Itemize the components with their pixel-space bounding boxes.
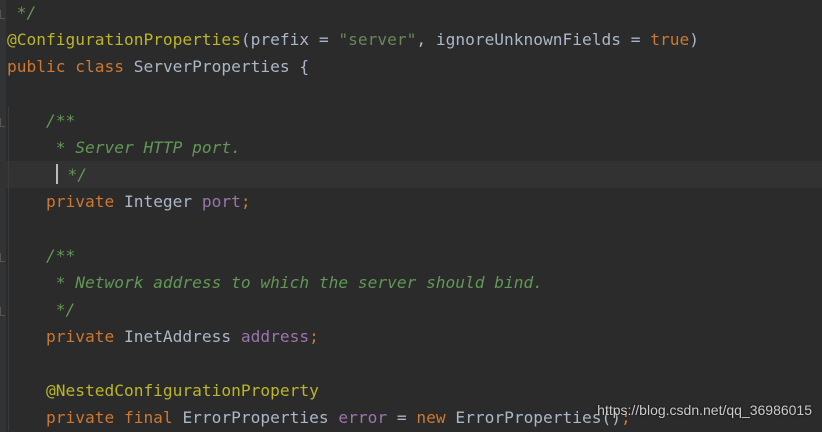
indent-guide: [8, 269, 9, 296]
code-token: Integer: [123, 192, 202, 211]
indent-guide: [8, 161, 9, 188]
code-token: @ConfigurationProperties: [7, 30, 241, 49]
code-token: error: [338, 408, 388, 427]
code-line[interactable]: [0, 80, 822, 107]
code-line[interactable]: [0, 215, 822, 242]
code-token: , ignoreUnknownFields =: [416, 30, 651, 49]
indent-guide: [8, 242, 9, 269]
code-token: /**: [7, 111, 76, 130]
code-line[interactable]: * Network address to which the server sh…: [0, 269, 822, 296]
code-token: ): [689, 30, 699, 49]
code-line[interactable]: */: [0, 296, 822, 323]
code-line[interactable]: private InetAddress address;: [0, 323, 822, 350]
code-token: address: [240, 327, 310, 346]
code-token: public class: [7, 57, 134, 76]
code-line[interactable]: /**: [0, 107, 822, 134]
code-token: */: [7, 3, 37, 22]
code-line[interactable]: [0, 350, 822, 377]
code-line[interactable]: @NestedConfigurationProperty: [0, 377, 822, 404]
indent-guide: [8, 188, 9, 215]
code-token: * Network address to which the server sh…: [7, 273, 544, 292]
watermark: https://blog.csdn.net/qq_36986015: [597, 402, 812, 418]
code-line[interactable]: * Server HTTP port.: [0, 134, 822, 161]
code-token: private: [7, 327, 124, 346]
code-token: private final: [7, 408, 183, 427]
code-line[interactable]: @ConfigurationProperties(prefix = "serve…: [0, 26, 822, 53]
code-token: ;: [240, 192, 251, 211]
code-token: "server": [338, 30, 417, 49]
indent-guide: [8, 323, 9, 350]
code-line[interactable]: private Integer port;: [0, 188, 822, 215]
code-token: =: [387, 408, 417, 427]
code-token: new: [416, 408, 456, 427]
code-token: ;: [309, 327, 319, 346]
code-token: (prefix =: [240, 30, 339, 49]
code-token: InetAddress: [123, 327, 241, 346]
code-line[interactable]: public class ServerProperties {: [0, 53, 822, 80]
code-token: /**: [7, 246, 76, 265]
code-line[interactable]: */: [0, 161, 822, 188]
code-token: ErrorProperties: [182, 408, 339, 427]
code-token: true: [650, 30, 690, 49]
code-token: port: [201, 192, 241, 211]
code-line[interactable]: /**: [0, 242, 822, 269]
indent-guide: [8, 296, 9, 323]
indent-guide: [8, 404, 9, 431]
code-token: ServerProperties {: [133, 57, 310, 76]
code-token: * Server HTTP port.: [7, 138, 241, 157]
indent-guide: [8, 134, 9, 161]
code-token: */: [57, 165, 87, 184]
indent-guide: [8, 215, 9, 242]
indent-guide: [8, 377, 9, 404]
indent-guide: [8, 107, 9, 134]
code-token: @NestedConfigurationProperty: [7, 381, 319, 400]
code-line[interactable]: */: [0, 0, 822, 26]
indent-guide: [8, 350, 9, 377]
code-token: private: [7, 192, 124, 211]
code-editor[interactable]: */ @ConfigurationProperties(prefix = "ser…: [0, 0, 822, 432]
code-token: */: [7, 300, 76, 319]
